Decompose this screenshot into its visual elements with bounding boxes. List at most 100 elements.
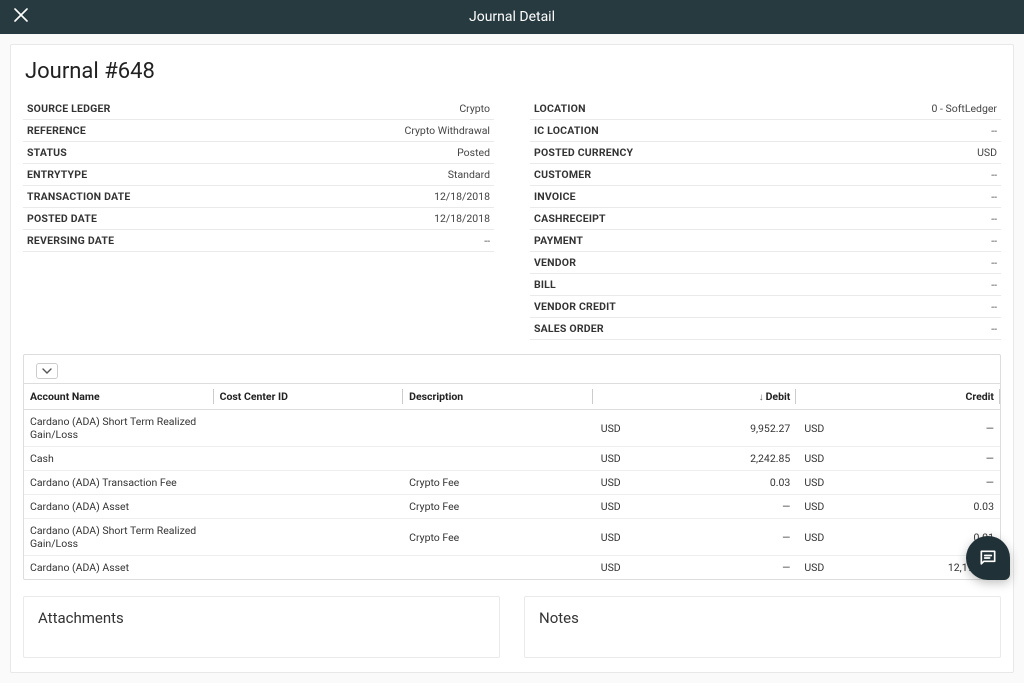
cell-account: Cardano (ADA) Short Term Realized Gain/L… [24, 519, 214, 556]
field-value: USD [977, 146, 997, 159]
close-icon[interactable] [14, 8, 28, 26]
cell-ccur: USD [796, 471, 830, 495]
field-label: VENDOR CREDIT [534, 300, 616, 313]
attachments-section: Attachments [23, 596, 500, 658]
field-row: INVOICE-- [530, 186, 1001, 208]
field-row: TRANSACTION DATE 12/18/2018 [23, 186, 494, 208]
cell-dcur: USD [593, 447, 627, 471]
col-debit[interactable]: ↓Debit [627, 384, 797, 410]
page-title: Journal #648 [23, 59, 1001, 84]
notes-heading: Notes [539, 609, 986, 627]
cell-dcur: USD [593, 410, 627, 447]
fields-left: SOURCE LEDGERCryptoREFERENCECrypto Withd… [23, 98, 494, 340]
table-row[interactable]: CashUSD2,242.85USD— [24, 447, 1000, 471]
table-row[interactable]: Cardano (ADA) Short Term Realized Gain/L… [24, 519, 1000, 556]
field-label: TRANSACTION DATE [27, 190, 130, 203]
col-credit[interactable]: Credit [830, 384, 1000, 410]
cell-ccur: USD [796, 495, 830, 519]
col-debit-currency [593, 384, 627, 410]
field-label: CUSTOMER [534, 168, 591, 181]
chevron-down-icon [42, 368, 52, 374]
field-label: REFERENCE [27, 124, 86, 137]
chat-icon [978, 548, 998, 568]
expand-toggle-button[interactable] [36, 363, 58, 379]
cell-debit: — [627, 519, 797, 556]
cell-description [403, 556, 593, 580]
field-value: -- [991, 234, 997, 247]
cell-description [403, 410, 593, 447]
field-label: VENDOR [534, 256, 576, 269]
field-value: Crypto [459, 102, 490, 115]
field-value: -- [991, 168, 997, 181]
cell-account: Cardano (ADA) Asset [24, 556, 214, 580]
field-row: PAYMENT-- [530, 230, 1001, 252]
field-row: BILL -- [530, 274, 1001, 296]
field-value: -- [991, 124, 997, 137]
cell-credit: — [830, 471, 1000, 495]
cell-description [403, 447, 593, 471]
cell-debit: 2,242.85 [627, 447, 797, 471]
cell-account: Cardano (ADA) Short Term Realized Gain/L… [24, 410, 214, 447]
cell-description: Crypto Fee [403, 519, 593, 556]
cell-dcur: USD [593, 556, 627, 580]
cell-costcenter [214, 519, 404, 556]
field-value: 12/18/2018 [434, 190, 490, 203]
field-label: REVERSING DATE [27, 234, 114, 247]
field-row: REVERSING DATE-- [23, 230, 494, 252]
col-description[interactable]: Description [403, 384, 593, 410]
cell-debit: 0.03 [627, 471, 797, 495]
field-label: BILL [534, 278, 556, 291]
cell-dcur: USD [593, 519, 627, 556]
field-label: POSTED CURRENCY [534, 146, 633, 159]
field-row: ENTRYTYPE Standard [23, 164, 494, 186]
cell-dcur: USD [593, 495, 627, 519]
field-value: Standard [448, 168, 490, 181]
fields-right: LOCATION0 - SoftLedgerIC LOCATION--POSTE… [530, 98, 1001, 340]
journal-lines-table: Account Name Cost Center ID Description … [23, 354, 1001, 580]
field-row: REFERENCECrypto Withdrawal [23, 120, 494, 142]
cell-account: Cardano (ADA) Transaction Fee [24, 471, 214, 495]
field-label: SALES ORDER [534, 322, 604, 335]
field-value: -- [991, 278, 997, 291]
cell-costcenter [214, 495, 404, 519]
field-columns: SOURCE LEDGERCryptoREFERENCECrypto Withd… [23, 98, 1001, 340]
col-account[interactable]: Account Name [24, 384, 214, 410]
field-value: -- [991, 322, 997, 335]
cell-account: Cash [24, 447, 214, 471]
cell-ccur: USD [796, 447, 830, 471]
modal-header: Journal Detail [0, 0, 1024, 34]
chat-button[interactable] [966, 536, 1010, 580]
cell-costcenter [214, 447, 404, 471]
cell-costcenter [214, 556, 404, 580]
cell-credit: — [830, 410, 1000, 447]
field-row: IC LOCATION-- [530, 120, 1001, 142]
field-row: VENDOR-- [530, 252, 1001, 274]
field-row: POSTED CURRENCY USD [530, 142, 1001, 164]
field-row: SOURCE LEDGERCrypto [23, 98, 494, 120]
field-label: CASHRECEIPT [534, 212, 606, 225]
field-label: ENTRYTYPE [27, 168, 87, 181]
cell-debit: — [627, 556, 797, 580]
modal-title: Journal Detail [0, 9, 1024, 25]
field-row: LOCATION0 - SoftLedger [530, 98, 1001, 120]
sort-desc-icon: ↓ [759, 392, 764, 403]
field-row: CUSTOMER -- [530, 164, 1001, 186]
field-value: -- [991, 212, 997, 225]
field-value: Posted [457, 146, 490, 159]
cell-credit: 0.03 [830, 495, 1000, 519]
field-label: STATUS [27, 146, 67, 159]
field-row: VENDOR CREDIT -- [530, 296, 1001, 318]
table-header: Account Name Cost Center ID Description … [24, 384, 1000, 410]
field-value: -- [991, 300, 997, 313]
notes-section: Notes [524, 596, 1001, 658]
field-value: 0 - SoftLedger [932, 102, 998, 115]
field-value: 12/18/2018 [434, 212, 490, 225]
table-row[interactable]: Cardano (ADA) Short Term Realized Gain/L… [24, 410, 1000, 447]
table-row[interactable]: Cardano (ADA) AssetUSD—USD12,195.13 [24, 556, 1000, 580]
col-credit-currency [796, 384, 830, 410]
cell-credit: — [830, 447, 1000, 471]
col-costcenter[interactable]: Cost Center ID [214, 384, 404, 410]
cell-ccur: USD [796, 556, 830, 580]
table-row[interactable]: Cardano (ADA) AssetCrypto FeeUSD—USD0.03 [24, 495, 1000, 519]
table-row[interactable]: Cardano (ADA) Transaction FeeCrypto FeeU… [24, 471, 1000, 495]
